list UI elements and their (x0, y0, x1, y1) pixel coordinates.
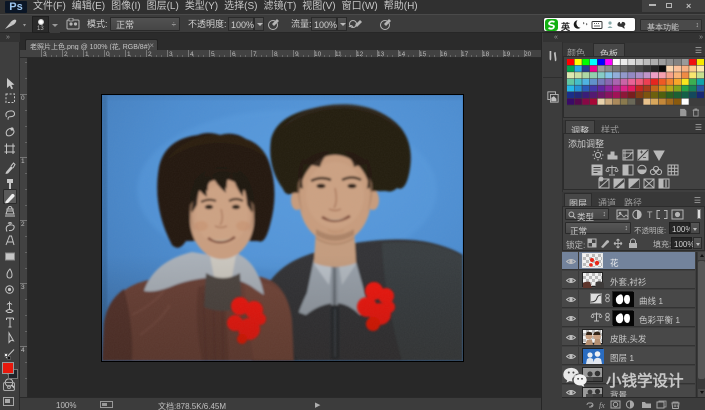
svg-text:fx: fx (599, 401, 605, 409)
svg-text:2: 2 (21, 221, 25, 228)
svg-text:13: 13 (377, 51, 385, 58)
svg-text:19: 19 (503, 51, 511, 58)
svg-text:18: 18 (482, 51, 490, 58)
svg-text:4: 4 (21, 347, 25, 354)
svg-text:17: 17 (461, 51, 469, 58)
svg-text:0: 0 (21, 95, 25, 102)
svg-text:11: 11 (335, 51, 342, 58)
svg-text:20: 20 (524, 51, 532, 58)
svg-text:T: T (647, 210, 653, 220)
svg-text:3: 3 (21, 284, 25, 291)
svg-text:16: 16 (440, 51, 448, 58)
svg-text:12: 12 (356, 51, 364, 58)
svg-text:10: 10 (314, 51, 322, 58)
svg-text:15: 15 (419, 51, 427, 58)
svg-text:14: 14 (398, 51, 406, 58)
svg-text:1: 1 (21, 158, 25, 165)
